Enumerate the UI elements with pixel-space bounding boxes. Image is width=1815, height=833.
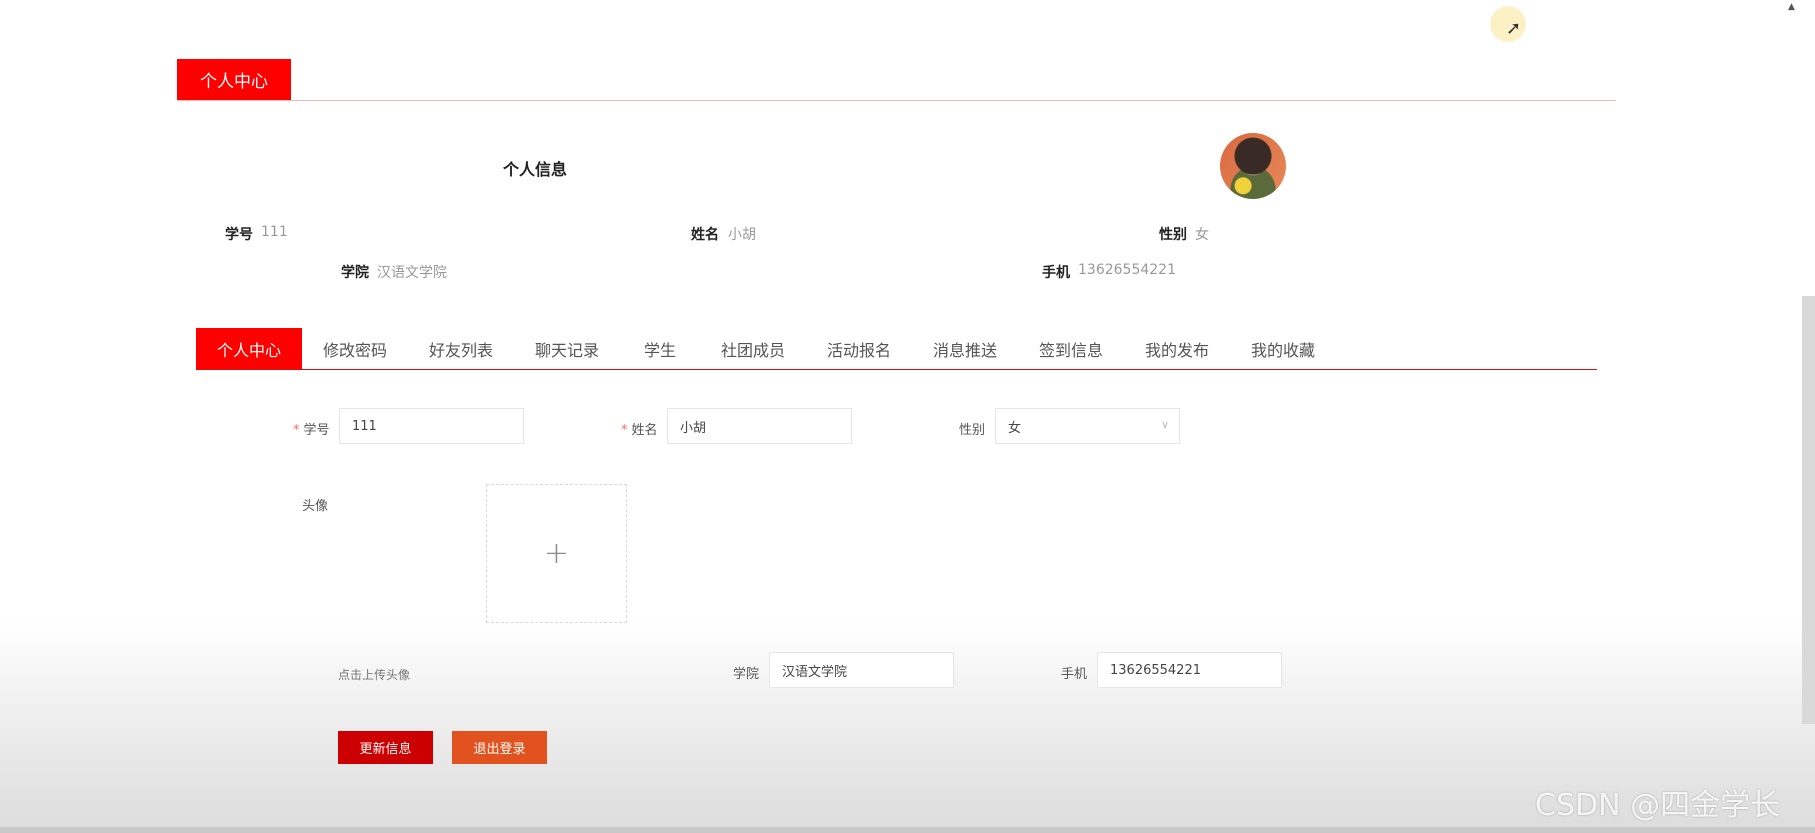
college-input[interactable]: 汉语文学院 (769, 652, 954, 688)
gender-select-value: 女 (1008, 420, 1022, 436)
tab-check-in[interactable]: 签到信息 (1018, 328, 1124, 369)
tab-students[interactable]: 学生 (620, 328, 700, 369)
tab-club-members[interactable]: 社团成员 (700, 328, 806, 369)
profile-value-phone: 13626554221 (1078, 262, 1176, 278)
tab-personal-center[interactable]: 个人中心 (196, 328, 302, 369)
scroll-up-arrow-icon[interactable]: ▲ (1788, 2, 1795, 12)
profile-label-gender: 性别 (1159, 227, 1187, 243)
form-label-avatar: 头像 (302, 499, 329, 514)
page: ▲ ➚ 个人中心 个人信息 学号 111 姓名 小胡 性别 女 学院 汉语文学院… (0, 0, 1815, 833)
form-label-name: * 姓名 (621, 423, 658, 438)
watermark: CSDN @四金学长 (1535, 788, 1781, 823)
section-header: 个人中心 (177, 59, 1616, 101)
tab-my-posts[interactable]: 我的发布 (1124, 328, 1230, 369)
avatar (1220, 133, 1286, 199)
tab-change-password[interactable]: 修改密码 (302, 328, 408, 369)
avatar-upload[interactable]: + (486, 484, 627, 623)
plus-icon: + (543, 536, 570, 571)
name-input[interactable]: 小胡 (667, 408, 852, 444)
form-label-student-id: * 学号 (293, 423, 330, 438)
update-info-button[interactable]: 更新信息 (338, 731, 433, 764)
tab-message-push[interactable]: 消息推送 (912, 328, 1018, 369)
avatar-upload-hint: 点击上传头像 (338, 668, 411, 682)
tab-friend-list[interactable]: 好友列表 (408, 328, 514, 369)
profile-label-student-id: 学号 (225, 227, 253, 243)
tab-chat-history[interactable]: 聊天记录 (514, 328, 620, 369)
profile-label-name: 姓名 (691, 227, 719, 243)
logout-button[interactable]: 退出登录 (452, 731, 547, 764)
profile-value-gender: 女 (1195, 227, 1209, 243)
form-label-phone: 手机 (1061, 667, 1088, 682)
profile-label-phone: 手机 (1042, 265, 1070, 281)
form-label-college: 学院 (733, 667, 760, 682)
form-label-gender: 性别 (959, 423, 986, 438)
chevron-down-icon: ∨ (1160, 418, 1169, 431)
gender-select[interactable]: 女 ∨ (995, 408, 1180, 444)
profile-value-name: 小胡 (728, 227, 756, 243)
tab-activity-signup[interactable]: 活动报名 (806, 328, 912, 369)
scrollbar[interactable] (1802, 296, 1815, 724)
phone-input[interactable]: 13626554221 (1097, 652, 1282, 688)
mouse-cursor-icon: ➚ (1506, 18, 1522, 39)
taskbar-strip (0, 827, 1815, 833)
tab-my-favorites[interactable]: 我的收藏 (1230, 328, 1336, 369)
profile-title: 个人信息 (503, 160, 568, 179)
profile-value-student-id: 111 (261, 224, 288, 240)
profile-label-college: 学院 (341, 265, 369, 281)
profile-value-college: 汉语文学院 (377, 265, 447, 281)
section-header-title: 个人中心 (177, 59, 291, 100)
student-id-input[interactable]: 111 (339, 408, 524, 444)
tab-bar: 个人中心 修改密码 好友列表 聊天记录 学生 社团成员 活动报名 消息推送 签到… (196, 328, 1597, 370)
